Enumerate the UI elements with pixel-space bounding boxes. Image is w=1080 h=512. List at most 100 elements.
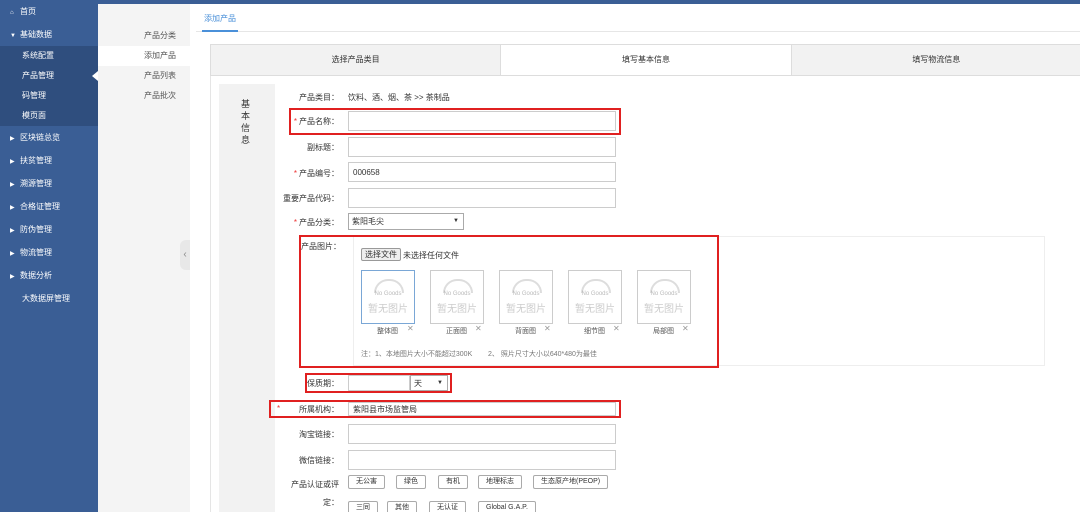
sidebar-item-code-management[interactable]: 码管理 [0, 86, 98, 106]
no-goods-en: No Goods [443, 291, 471, 297]
sidebar-submenu: 系统配置 产品管理 码管理 模页面 [0, 46, 98, 126]
org-required-mark: * [277, 404, 281, 413]
sidebar-item-template-page[interactable]: 模页面 [0, 106, 98, 126]
caret-right-icon: ▶ [10, 251, 15, 257]
subtitle-input[interactable] [348, 137, 616, 157]
collapse-sidebar-button[interactable]: ‹ [180, 240, 190, 270]
sidebar-item-traceability[interactable]: ▶ 溯源管理 [0, 172, 98, 195]
image-label: 产品图片： [301, 242, 341, 251]
cert-label-line1: 产品认证或评 [291, 480, 339, 489]
caret-down-icon: ▼ [10, 33, 16, 39]
subtitle-label: 副标题： [307, 143, 339, 152]
no-goods-cn: 暂无图片 [437, 304, 477, 315]
thumb-back[interactable]: No Goods 暂无图片 [499, 270, 553, 324]
class-select[interactable]: 紫阳毛尖 ▼ [348, 213, 464, 230]
sidebar-item-label: 物流管理 [20, 248, 52, 257]
tab-add-product[interactable]: 添加产品 [202, 8, 238, 32]
sidebar-item-bigscreen[interactable]: 大数据屏管理 [0, 287, 98, 310]
subnav-item-category[interactable]: 产品分类 [98, 26, 190, 46]
product-code-input[interactable] [348, 162, 616, 182]
thumb-partial[interactable]: No Goods 暂无图片 [637, 270, 691, 324]
sidebar-item-system-config[interactable]: 系统配置 [0, 46, 98, 66]
org-input[interactable] [348, 402, 616, 416]
delete-icon[interactable]: ✕ [682, 324, 689, 333]
thumb-front[interactable]: No Goods 暂无图片 [430, 270, 484, 324]
sidebar-item-analytics[interactable]: ▶ 数据分析 [0, 264, 98, 287]
image-note-1: 注：1、本地图片大小不能超过300K [361, 351, 473, 358]
key-code-input[interactable] [348, 188, 616, 208]
code-label-wrap: * 产品编号： [283, 168, 339, 179]
no-file-text: 未选择任何文件 [403, 251, 459, 260]
sidebar-item-certificate[interactable]: ▶ 合格证管理 [0, 195, 98, 218]
sidebar-item-logistics[interactable]: ▶ 物流管理 [0, 241, 98, 264]
caret-right-icon: ▶ [10, 274, 15, 280]
cert-tag[interactable]: 有机 [438, 475, 468, 489]
step-logistics-info[interactable]: 填写物流信息 [791, 45, 1080, 75]
sidebar-item-label: 合格证管理 [20, 202, 60, 211]
caret-right-icon: ▶ [10, 228, 15, 234]
cert-tag[interactable]: 生态原产地(PEOP) [533, 475, 609, 489]
section-title-box: 基本信息 [219, 84, 275, 512]
class-label: 产品分类： [299, 218, 339, 227]
sidebar-item-label: 溯源管理 [20, 179, 52, 188]
wechat-link-input[interactable] [348, 450, 616, 470]
shelf-life-input[interactable] [348, 375, 410, 391]
choose-file-button[interactable]: 选择文件 [361, 248, 401, 261]
sidebar-item-basic-data[interactable]: ▼ 基础数据 [0, 23, 98, 46]
sidebar-item-anticounterfeit[interactable]: ▶ 防伪管理 [0, 218, 98, 241]
no-goods-cn: 暂无图片 [575, 304, 615, 315]
sidebar-item-label: 区块链总览 [20, 133, 60, 142]
thumb-label-partial: 局部图 [653, 328, 674, 335]
taobao-label: 淘宝链接： [299, 430, 339, 439]
category-label: 产品类目： [299, 93, 339, 102]
sidebar-item-product-management[interactable]: 产品管理 [0, 66, 98, 86]
no-goods-cn: 暂无图片 [368, 304, 408, 315]
no-goods-en: No Goods [512, 291, 540, 297]
form-panel: 基本信息 产品类目： 饮料、酒、烟、茶 >> 茶制品 * 产品名称： 副标题： *… [210, 76, 1080, 512]
subnav-item-batches[interactable]: 产品批次 [98, 86, 190, 106]
cert-tag[interactable]: 其他 [387, 501, 417, 512]
subnav-spacer [98, 4, 190, 26]
category-value: 饮料、酒、烟、茶 >> 茶制品 [348, 93, 450, 102]
image-note-2: 2、 照片尺寸大小以640*480为最佳 [488, 351, 597, 358]
cert-tag[interactable]: 无公害 [348, 475, 385, 489]
delete-icon[interactable]: ✕ [613, 324, 620, 333]
delete-icon[interactable]: ✕ [544, 324, 551, 333]
cert-tag[interactable]: Global G.A.P. [478, 501, 536, 512]
subnav-item-product-list[interactable]: 产品列表 [98, 66, 190, 86]
cert-tag[interactable]: 地理标志 [478, 475, 522, 489]
class-label-wrap: * 产品分类： [283, 217, 339, 228]
thumb-overall[interactable]: No Goods 暂无图片 [361, 270, 415, 324]
top-accent-bar [98, 0, 1080, 4]
sidebar-item-blockchain[interactable]: ▶ 区块链总览 [0, 126, 98, 149]
dropdown-caret-icon: ▼ [453, 218, 459, 224]
cert-tag[interactable]: 三同 [348, 501, 378, 512]
key-code-label: 重要产品代码： [283, 194, 339, 203]
sidebar-item-poverty[interactable]: ▶ 扶贫管理 [0, 149, 98, 172]
required-mark: * [293, 218, 297, 227]
product-name-input[interactable] [348, 111, 616, 131]
delete-icon[interactable]: ✕ [407, 324, 414, 333]
taobao-link-input[interactable] [348, 424, 616, 444]
sidebar-item-home[interactable]: ⌂ 首页 [0, 0, 98, 23]
name-label-wrap: * 产品名称： [291, 116, 339, 127]
subnav-item-add-product[interactable]: 添加产品 [98, 46, 190, 66]
cert-tag[interactable]: 绿色 [396, 475, 426, 489]
name-label: 产品名称： [299, 117, 339, 126]
step-select-category[interactable]: 选择产品类目 [211, 45, 502, 75]
no-goods-en: No Goods [581, 291, 609, 297]
cert-tag[interactable]: 无认证 [429, 501, 466, 512]
thumb-label-back: 背面图 [515, 328, 536, 335]
page-tab-bar: 添加产品 [196, 8, 1080, 32]
delete-icon[interactable]: ✕ [475, 324, 482, 333]
sidebar-item-label: 扶贫管理 [20, 156, 52, 165]
shelf-unit-value: 天 [414, 379, 422, 388]
shelf-unit-select[interactable]: 天 ▼ [410, 375, 448, 391]
no-goods-cn: 暂无图片 [506, 304, 546, 315]
sidebar-item-label: 首页 [20, 7, 36, 16]
thumb-detail[interactable]: No Goods 暂无图片 [568, 270, 622, 324]
step-basic-info[interactable]: 填写基本信息 [501, 45, 792, 75]
caret-right-icon: ▶ [10, 136, 15, 142]
sidebar-item-label: 防伪管理 [20, 225, 52, 234]
thumb-label-detail: 细节图 [584, 328, 605, 335]
